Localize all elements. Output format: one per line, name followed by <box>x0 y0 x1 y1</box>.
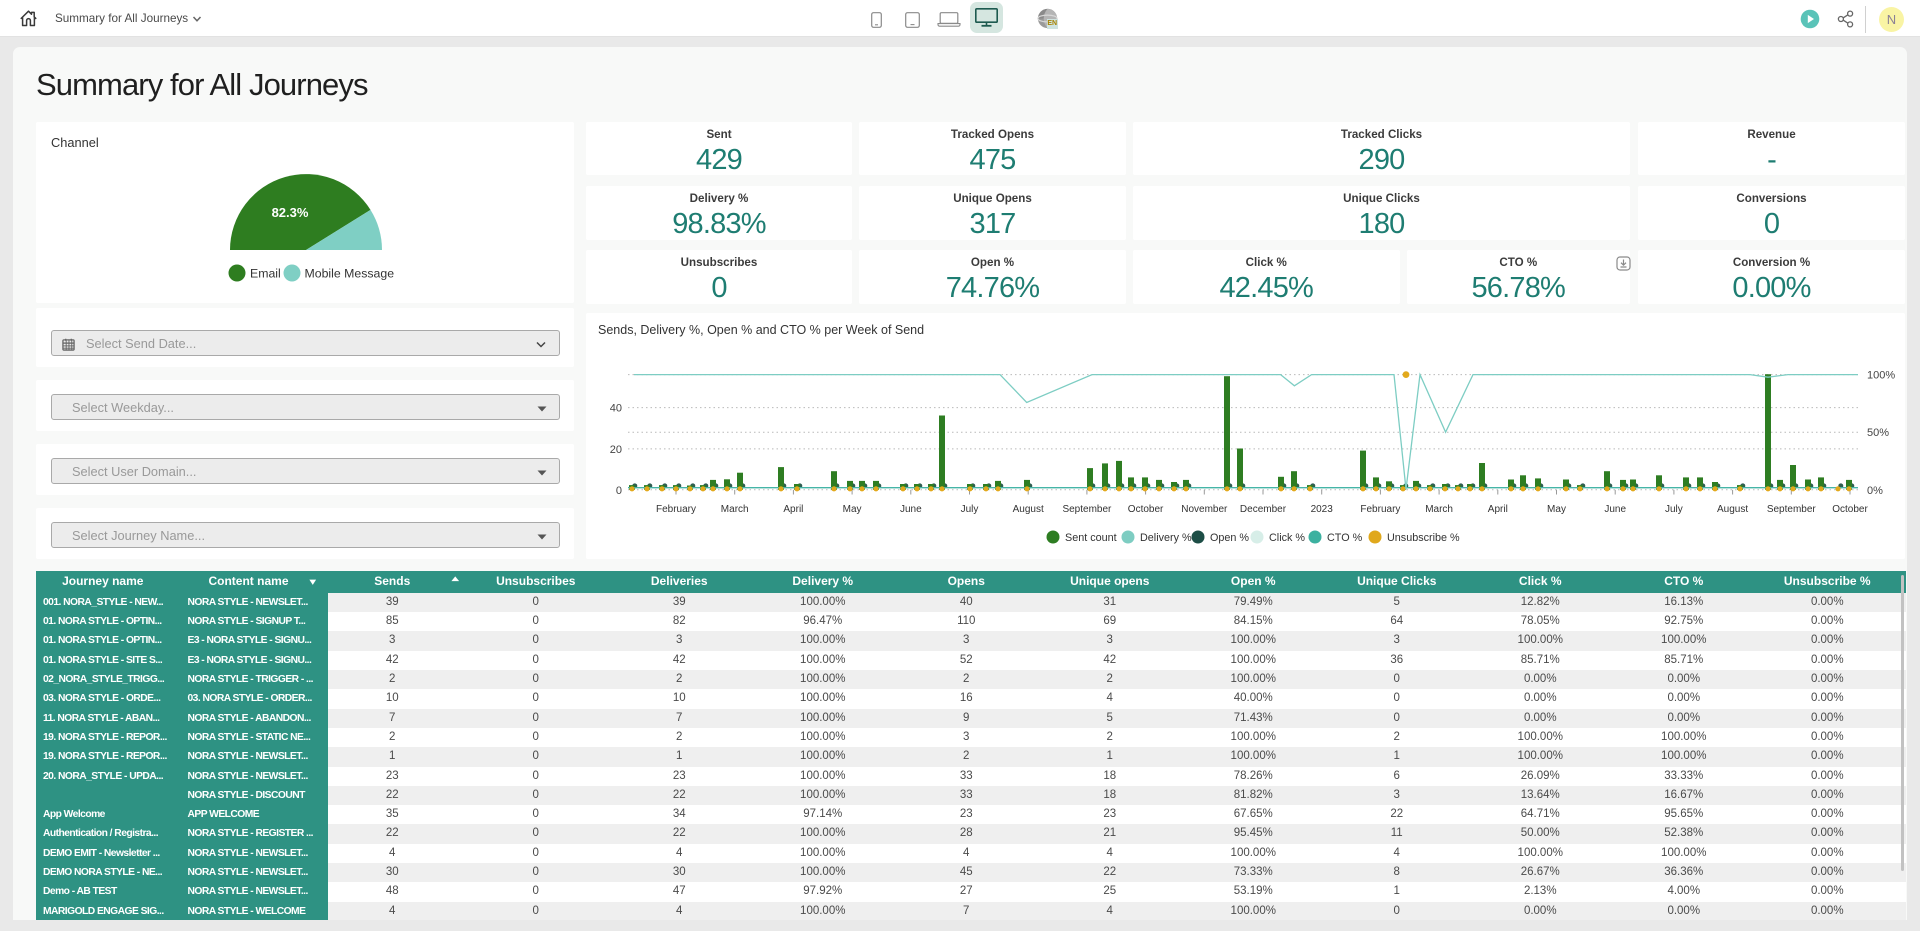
svg-text:Mobile Message: Mobile Message <box>305 267 395 281</box>
svg-text:June: June <box>1604 504 1626 515</box>
svg-text:Delivery %: Delivery % <box>1140 532 1192 544</box>
svg-text:February: February <box>656 504 696 515</box>
svg-text:August: August <box>1717 504 1748 515</box>
svg-text:September: September <box>1062 504 1112 515</box>
svg-text:CTO %: CTO % <box>1327 532 1363 544</box>
svg-text:October: October <box>1832 504 1868 515</box>
svg-text:March: March <box>1425 504 1453 515</box>
svg-text:November: November <box>1181 504 1228 515</box>
svg-text:82.3%: 82.3% <box>272 205 309 220</box>
svg-text:Unsubscribe %: Unsubscribe % <box>1387 532 1460 544</box>
svg-text:50%: 50% <box>1867 427 1889 439</box>
svg-text:0%: 0% <box>1867 485 1883 497</box>
svg-text:May: May <box>843 504 862 515</box>
svg-text:December: December <box>1240 504 1287 515</box>
svg-text:May: May <box>1547 504 1566 515</box>
svg-text:Email: Email <box>250 267 281 281</box>
svg-text:Open %: Open % <box>1210 532 1249 544</box>
svg-text:October: October <box>1128 504 1164 515</box>
svg-text:August: August <box>1013 504 1044 515</box>
svg-text:September: September <box>1767 504 1817 515</box>
svg-text:July: July <box>961 504 979 515</box>
svg-text:February: February <box>1360 504 1400 515</box>
svg-text:0: 0 <box>616 485 622 497</box>
svg-text:July: July <box>1665 504 1683 515</box>
svg-text:June: June <box>900 504 922 515</box>
svg-text:Click %: Click % <box>1269 532 1305 544</box>
svg-text:20: 20 <box>610 444 622 456</box>
svg-text:April: April <box>783 504 803 515</box>
svg-text:Sent count: Sent count <box>1065 532 1117 544</box>
svg-text:100%: 100% <box>1867 370 1895 382</box>
svg-text:2023: 2023 <box>1311 504 1334 515</box>
svg-text:April: April <box>1488 504 1508 515</box>
svg-text:Sends, Delivery %, Open % and: Sends, Delivery %, Open % and CTO % per … <box>598 323 924 337</box>
svg-text:40: 40 <box>610 403 622 415</box>
svg-text:March: March <box>721 504 749 515</box>
